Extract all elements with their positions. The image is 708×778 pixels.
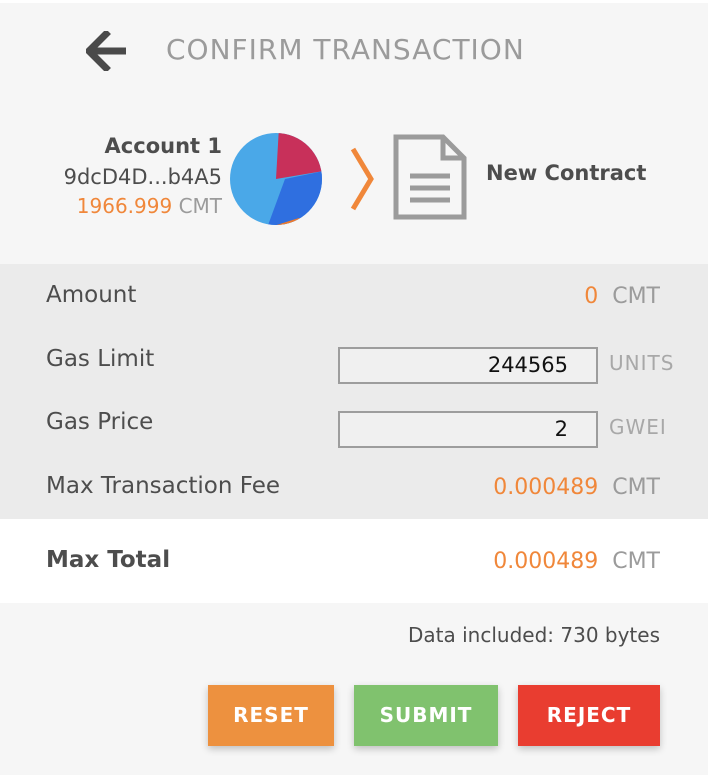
- amount-value: 0 CMT: [584, 284, 660, 309]
- amount-unit: CMT: [612, 284, 660, 309]
- page-title: CONFIRM TRANSACTION: [166, 33, 525, 66]
- max-fee-number: 0.000489: [493, 475, 599, 500]
- recipient-label: New Contract: [486, 161, 647, 185]
- arrow-left-icon: [84, 29, 126, 73]
- chevron-right-icon: [350, 147, 374, 211]
- gas-limit-label: Gas Limit: [46, 346, 155, 372]
- transaction-details: Amount 0 CMT Gas Limit 244565 UNITS Gas …: [0, 264, 708, 519]
- document-icon: [393, 134, 467, 220]
- account-name: Account 1: [104, 134, 222, 158]
- max-total-label: Max Total: [46, 547, 171, 573]
- max-total-number: 0.000489: [493, 549, 599, 574]
- account-balance-unit: CMT: [178, 194, 222, 218]
- amount-label: Amount: [46, 282, 137, 308]
- gas-limit-unit: UNITS: [609, 351, 675, 375]
- gas-price-unit: GWEI: [609, 415, 667, 439]
- header: CONFIRM TRANSACTION: [0, 3, 708, 103]
- max-total-row: Max Total 0.000489 CMT: [0, 519, 708, 603]
- gas-limit-input[interactable]: 244565: [338, 347, 598, 384]
- account-address: 9dcD4D...b4A5: [63, 165, 222, 189]
- submit-button[interactable]: SUBMIT: [354, 685, 498, 746]
- amount-number: 0: [584, 284, 599, 309]
- data-included-text: Data included: 730 bytes: [408, 623, 660, 647]
- max-fee-label: Max Transaction Fee: [46, 473, 281, 499]
- account-balance-value: 1966.999: [76, 194, 173, 218]
- gas-price-label: Gas Price: [46, 409, 154, 435]
- gas-price-input[interactable]: 2: [338, 411, 598, 448]
- max-total-unit: CMT: [612, 549, 660, 574]
- reject-button[interactable]: REJECT: [518, 685, 660, 746]
- confirm-transaction-screen: CONFIRM TRANSACTION Account 1 9dcD4D...b…: [0, 0, 708, 778]
- account-avatar[interactable]: [229, 132, 323, 226]
- max-total-value: 0.000489 CMT: [493, 549, 660, 574]
- back-button[interactable]: [84, 29, 130, 73]
- max-fee-value: 0.000489 CMT: [493, 475, 660, 500]
- max-fee-unit: CMT: [612, 475, 660, 500]
- account-balance: 1966.999 CMT: [77, 194, 222, 218]
- reset-button[interactable]: RESET: [208, 685, 334, 746]
